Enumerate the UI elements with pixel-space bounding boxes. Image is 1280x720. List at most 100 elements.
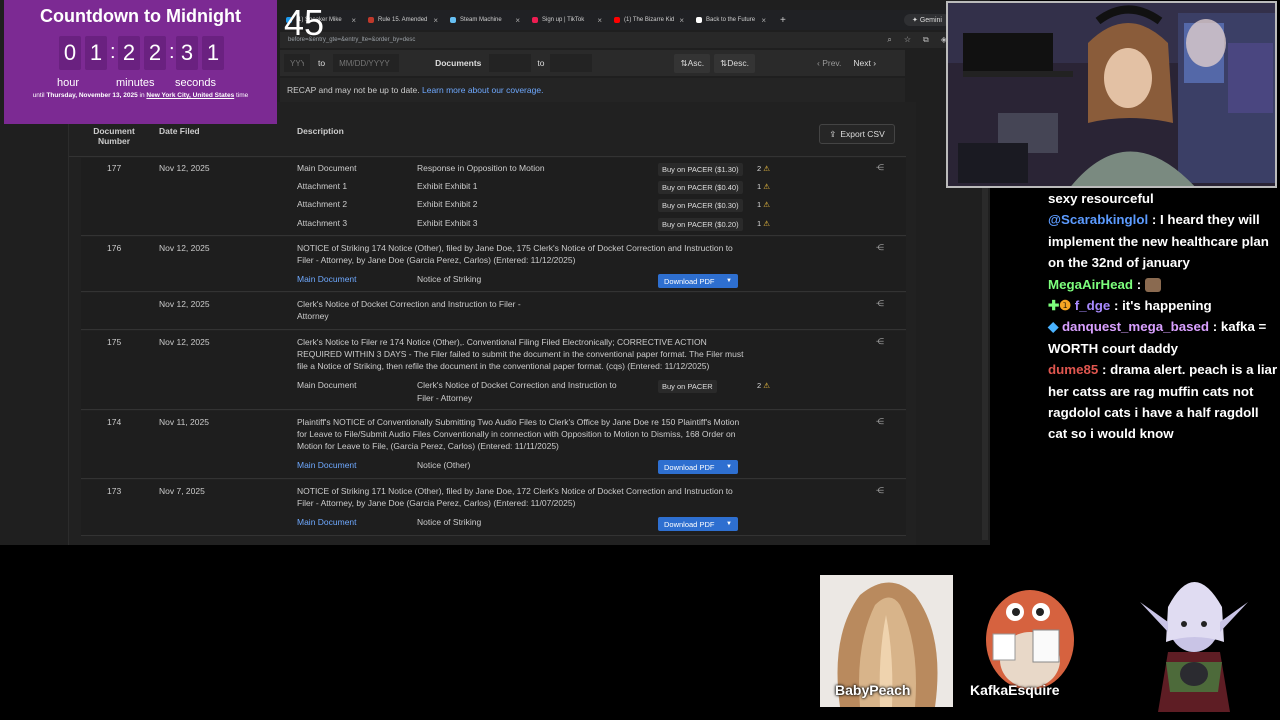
entry-text: Motion for Leave to File, (Garcia Perez,… [297, 441, 559, 451]
close-icon[interactable]: × [597, 16, 602, 25]
date-filed: Nov 12, 2025 [159, 163, 210, 173]
documents-to-input[interactable] [550, 54, 593, 72]
badge-icon: ❶ [1059, 298, 1072, 314]
chat-message: dume85 : drama alert. peach is a liar he… [1048, 362, 1278, 442]
minutes-label: minutes [116, 77, 155, 89]
bookmark-star-icon[interactable]: ☆ [904, 35, 911, 45]
page-icon [696, 17, 702, 23]
documents-from-input[interactable] [489, 54, 532, 72]
elf-avatar [1140, 582, 1248, 712]
coverage-link[interactable]: Learn more about our coverage. [422, 85, 543, 95]
close-icon[interactable]: × [433, 16, 438, 25]
share-icon[interactable]: ⋲ [876, 337, 884, 346]
entry-text: for Leave to File/Submit Audio Files Con… [297, 429, 736, 439]
close-icon[interactable]: × [351, 16, 356, 25]
chat-message: @Scarabkinglol : I heard they will imple… [1048, 212, 1269, 271]
to-label: to [537, 58, 545, 68]
next-button[interactable]: Next › [853, 58, 876, 68]
buy-on-pacer-button[interactable]: Buy on PACER [658, 380, 717, 393]
chat-message: MegaAirHead : [1048, 274, 1280, 295]
pacer-count: 1 ⚠ [757, 200, 770, 209]
date-filed: Nov 11, 2025 [159, 417, 209, 427]
main-document-link[interactable]: Main Document [297, 459, 357, 472]
prev-button[interactable]: ‹ Prev. [817, 58, 841, 68]
share-icon[interactable]: ⋲ [876, 417, 884, 426]
keyboard-shape [963, 33, 1053, 73]
attachment-desc: Exhibit Exhibit 1 [417, 181, 478, 191]
webcam-feed [946, 1, 1277, 188]
document-desc: Notice of Striking [417, 517, 482, 527]
doc-number: 174 [107, 417, 122, 427]
tab-6[interactable]: Back to the Future × [690, 10, 772, 30]
close-icon[interactable]: × [761, 16, 766, 25]
buy-on-pacer-button[interactable]: Buy on PACER ($1.30) [658, 163, 743, 176]
share-icon[interactable]: ⋲ [876, 243, 884, 252]
entry-text: NOTICE of Striking 171 Notice (Other), f… [297, 486, 733, 496]
babypeach-label: BabyPeach [835, 682, 911, 698]
address-bar[interactable]: before=&entry_gte=&entry_lte=&order_by=d… [280, 32, 990, 48]
minute-digit: 2 [118, 36, 140, 70]
buy-on-pacer-button[interactable]: Buy on PACER ($0.30) [658, 199, 743, 212]
attachment-desc: Exhibit Exhibit 3 [417, 218, 478, 228]
recap-icon: ⚠ [763, 182, 770, 191]
docket-table: Document Number Date Filed Description ⇪… [68, 102, 916, 545]
tab-2[interactable]: Rule 15. Amended × [362, 10, 444, 30]
chat-username[interactable]: MegaAirHead [1048, 277, 1133, 292]
date-to-input[interactable] [333, 54, 400, 72]
doc-number: 176 [107, 243, 122, 253]
document-desc: Filer - Attorney [417, 393, 473, 403]
gemini-button[interactable]: ✦ Gemini [904, 14, 950, 26]
chat-username[interactable]: @Scarabkinglol [1048, 212, 1148, 227]
colon-separator: : [110, 41, 116, 63]
document-icon [368, 17, 374, 23]
document-name: Main Document [297, 380, 357, 390]
chat-username[interactable]: f_dge [1075, 298, 1110, 313]
second-digit: 1 [202, 36, 224, 70]
share-icon[interactable]: ⋲ [876, 299, 884, 308]
chevron-down-icon: ▼ [726, 464, 732, 470]
chat-username[interactable]: danquest_mega_based [1062, 319, 1209, 334]
tiktok-icon [532, 17, 538, 23]
table-row: 176 Nov 12, 2025 NOTICE of Striking 174 … [81, 237, 906, 292]
sort-desc-button[interactable]: ⇅Desc. [714, 53, 755, 73]
coverage-notice: RECAP and may not be up to date. Learn m… [280, 78, 905, 102]
main-document-link[interactable]: Main Document [297, 273, 357, 286]
close-icon[interactable]: × [515, 16, 520, 25]
kafka-label: KafkaEsquire [970, 682, 1060, 698]
overlay-number: 45 [284, 2, 325, 43]
close-icon[interactable]: × [679, 16, 684, 25]
extensions-icon[interactable]: ⧉ [923, 35, 929, 45]
buy-on-pacer-button[interactable]: Buy on PACER ($0.40) [658, 181, 743, 194]
download-pdf-button[interactable]: Download PDF ▼ [658, 274, 738, 288]
entry-text: Attorney [297, 311, 329, 321]
attachment-name: Attachment 3 [297, 218, 348, 228]
attachment-desc: Exhibit Exhibit 2 [417, 199, 478, 209]
chat-username[interactable]: dume85 [1048, 362, 1098, 377]
date-from-input[interactable] [284, 54, 310, 72]
export-csv-button[interactable]: ⇪ Export CSV [819, 124, 895, 144]
attachment-name: Main Document [297, 163, 357, 173]
date-filed: Nov 12, 2025 [159, 337, 210, 347]
tab-4[interactable]: Sign up | TikTok × [526, 10, 608, 30]
search-icon[interactable]: ⌕ [887, 35, 891, 45]
download-pdf-button[interactable]: Download PDF ▼ [658, 460, 738, 474]
filter-bar: to Documents to ⇅Asc. ⇅Desc. ‹ Prev. Nex… [280, 50, 905, 76]
attachment-name: Attachment 1 [297, 181, 348, 191]
download-pdf-button[interactable]: Download PDF ▼ [658, 517, 738, 531]
second-digit: 3 [176, 36, 198, 70]
buy-on-pacer-button[interactable]: Buy on PACER ($0.20) [658, 218, 743, 231]
new-tab-button[interactable]: + [772, 15, 794, 26]
cat-emote-icon [1144, 278, 1161, 293]
entry-text: Filer - Attorney, by Jane Doe (Garcia Pe… [297, 498, 576, 508]
documents-label: Documents [435, 58, 482, 68]
doc-number: 175 [107, 337, 122, 347]
pacer-count: 2 ⚠ [757, 381, 770, 390]
tab-3[interactable]: Steam Machine × [444, 10, 526, 30]
tab-5[interactable]: (1) The Bizarre Kid × [608, 10, 690, 30]
seconds-label: seconds [175, 77, 216, 89]
recap-icon: ⚠ [763, 200, 770, 209]
main-document-link[interactable]: Main Document [297, 516, 357, 529]
share-icon[interactable]: ⋲ [876, 163, 884, 172]
share-icon[interactable]: ⋲ [876, 486, 884, 495]
sort-asc-button[interactable]: ⇅Asc. [674, 53, 711, 73]
